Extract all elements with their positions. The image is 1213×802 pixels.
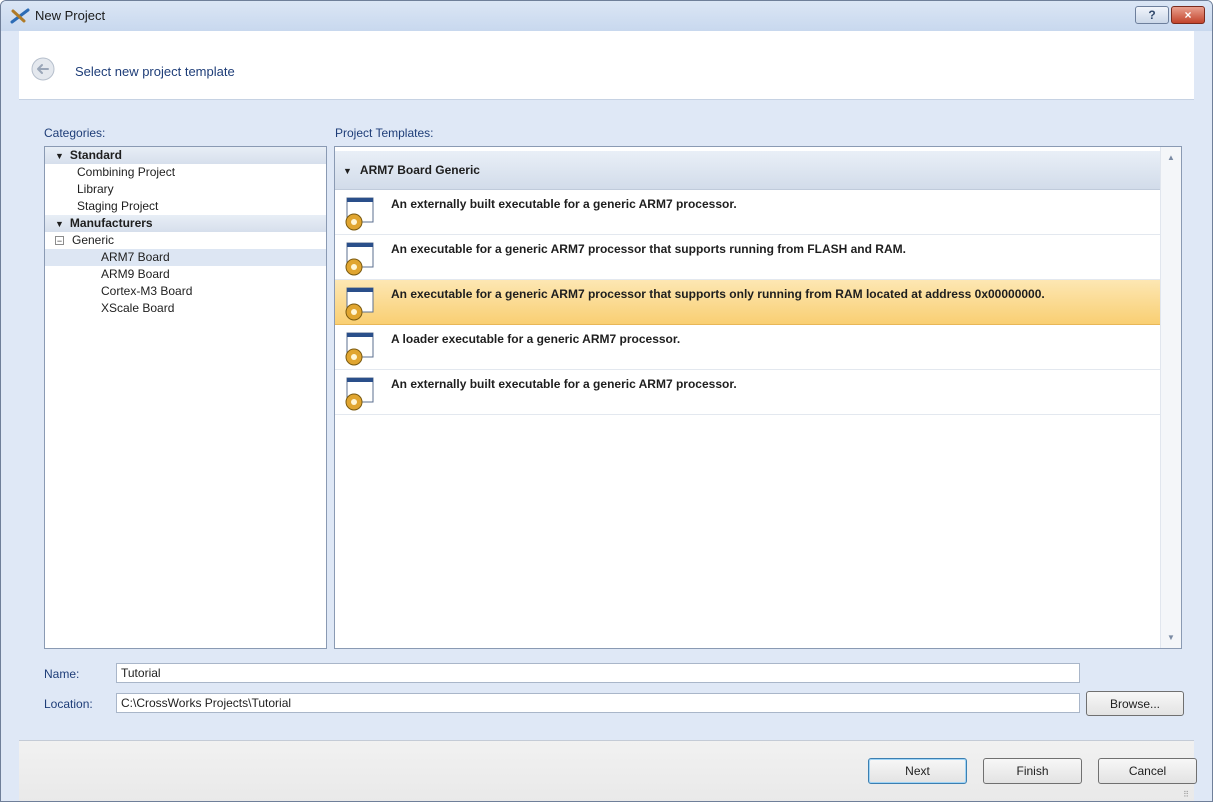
tree-collapse-icon[interactable]: − bbox=[55, 236, 64, 246]
finish-button[interactable]: Finish bbox=[983, 758, 1082, 784]
category-item-arm9-board[interactable]: ARM9 Board bbox=[45, 266, 326, 283]
categories-label: Categories: bbox=[44, 126, 106, 140]
template-item-label: An externally built executable for a gen… bbox=[391, 197, 737, 211]
category-group-standard[interactable]: ▼ Standard bbox=[45, 147, 326, 164]
help-button[interactable]: ? bbox=[1135, 6, 1169, 24]
cancel-button[interactable]: Cancel bbox=[1098, 758, 1197, 784]
category-group-manufacturers[interactable]: ▼ Manufacturers bbox=[45, 215, 326, 232]
name-input[interactable]: Tutorial bbox=[116, 663, 1080, 683]
project-templates-list[interactable]: ▼ ARM7 Board Generic An externally built … bbox=[334, 146, 1182, 649]
close-button[interactable]: × bbox=[1171, 6, 1205, 24]
browse-button[interactable]: Browse... bbox=[1086, 691, 1184, 716]
crossworks-app-icon bbox=[10, 8, 30, 24]
category-item-cortex-m3-board[interactable]: Cortex-M3 Board bbox=[45, 283, 326, 300]
location-label: Location: bbox=[44, 697, 93, 711]
template-item[interactable]: An externally built executable for a gen… bbox=[335, 370, 1161, 415]
template-item-selected[interactable]: An executable for a generic ARM7 process… bbox=[335, 280, 1161, 325]
dialog-left-frame bbox=[1, 31, 19, 801]
category-group-label: Manufacturers bbox=[69, 216, 153, 230]
name-label: Name: bbox=[44, 667, 80, 681]
category-item-staging-project[interactable]: Staging Project bbox=[45, 198, 326, 215]
category-item-library[interactable]: Library bbox=[45, 181, 326, 198]
project-templates-label: Project Templates: bbox=[335, 126, 434, 140]
executable-template-icon bbox=[345, 332, 374, 366]
tree-node-generic[interactable]: − Generic bbox=[45, 232, 326, 249]
header-title: Select new project template bbox=[75, 64, 235, 79]
dialog-right-frame bbox=[1194, 31, 1212, 801]
wizard-header: Select new project template bbox=[19, 31, 1194, 100]
new-project-dialog: New Project ? × Select new project templ… bbox=[0, 0, 1213, 802]
category-item-arm7-board[interactable]: ARM7 Board bbox=[45, 249, 326, 266]
collapse-triangle-icon: ▼ bbox=[55, 151, 64, 161]
scroll-up-arrow-icon[interactable]: ▲ bbox=[1167, 153, 1175, 162]
template-item[interactable]: An executable for a generic ARM7 process… bbox=[335, 235, 1161, 280]
executable-template-icon bbox=[345, 377, 374, 411]
template-item-label: An executable for a generic ARM7 process… bbox=[391, 287, 1045, 301]
resize-grip-icon[interactable]: ⠿ bbox=[1183, 790, 1190, 799]
next-button[interactable]: Next bbox=[868, 758, 967, 784]
executable-template-icon bbox=[345, 287, 374, 321]
template-item-label: An externally built executable for a gen… bbox=[391, 377, 737, 391]
executable-template-icon bbox=[345, 197, 374, 231]
template-group-header[interactable]: ▼ ARM7 Board Generic bbox=[335, 151, 1161, 190]
template-item[interactable]: A loader executable for a generic ARM7 p… bbox=[335, 325, 1161, 370]
tree-node-label: Generic bbox=[72, 233, 115, 247]
collapse-triangle-icon: ▼ bbox=[343, 166, 352, 176]
category-item-combining-project[interactable]: Combining Project bbox=[45, 164, 326, 181]
wizard-footer: Next Finish Cancel ⠿ bbox=[19, 740, 1197, 801]
template-item[interactable]: An externally built executable for a gen… bbox=[335, 190, 1161, 235]
category-item-xscale-board[interactable]: XScale Board bbox=[45, 300, 326, 317]
template-group-label: ARM7 Board Generic bbox=[359, 163, 480, 177]
wizard-content: Categories: Project Templates: ▼ Standard… bbox=[19, 100, 1194, 740]
category-group-label: Standard bbox=[69, 148, 122, 162]
categories-list[interactable]: ▼ Standard Combining Project Library Stag… bbox=[44, 146, 327, 649]
title-bar: New Project ? × bbox=[1, 1, 1212, 31]
template-item-label: A loader executable for a generic ARM7 p… bbox=[391, 332, 681, 346]
location-input[interactable]: C:\CrossWorks Projects\Tutorial bbox=[116, 693, 1080, 713]
back-arrow-icon[interactable] bbox=[31, 57, 55, 81]
templates-scrollbar[interactable]: ▲ ▼ bbox=[1160, 147, 1181, 648]
executable-template-icon bbox=[345, 242, 374, 276]
collapse-triangle-icon: ▼ bbox=[55, 219, 64, 229]
template-item-label: An executable for a generic ARM7 process… bbox=[391, 242, 906, 256]
window-title: New Project bbox=[35, 8, 106, 23]
scroll-down-arrow-icon[interactable]: ▼ bbox=[1167, 633, 1175, 642]
